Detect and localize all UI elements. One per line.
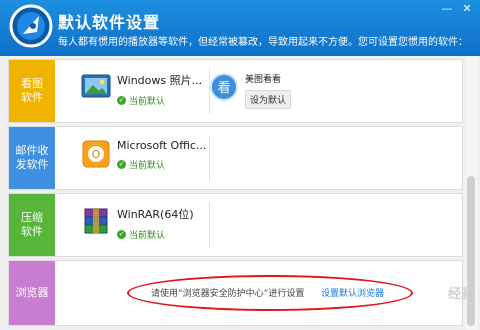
default-status: ✓ 当前默认 [117,230,166,241]
app-item-outlook[interactable]: O Microsoft Offic... ✓ 当前默认 [81,139,206,171]
divider [209,135,210,181]
header-bar: 默认软件设置 每人都有惯用的播放器等软件，但经常被篡改，导致用起来不方便。您可设… [0,0,480,56]
category-label-compression: 压缩 软件 [9,194,55,256]
category-label-image-viewer: 看图 软件 [9,60,55,122]
photo-viewer-icon [81,74,111,98]
app-name: 美图看看 [245,75,282,85]
scrollbar-thumb[interactable] [467,176,475,326]
check-icon: ✓ [117,160,126,169]
annotation-circle [127,275,413,311]
meitu-viewer-icon: 看 [210,73,238,101]
set-default-button[interactable]: 设为默认 [245,90,292,109]
category-label-mail: 邮件收 发软件 [9,127,55,189]
category-label-browser: 浏览器 [9,261,55,325]
default-status: ✓ 当前默认 [117,96,166,107]
svg-text:看: 看 [217,80,230,96]
app-name: Microsoft Offic... [117,139,207,152]
winrar-icon [84,208,108,234]
minimize-icon[interactable]: — [438,2,456,16]
content-area: 看图 软件 Windows 照片... ✓ 当前默认 看 美图看看 设为默认 邮… [0,56,480,330]
default-status: ✓ 当前默认 [117,160,166,171]
check-icon: ✓ [117,230,126,239]
check-icon: ✓ [117,96,126,105]
app-name: Windows 照片... [117,74,203,87]
category-card-browser: 浏览器 请使用“浏览器安全防护中心”进行设置 设置默认浏览器 [8,260,463,326]
dialog-subtitle: 每人都有惯用的播放器等软件，但经常被篡改，导致用起来不方便。您可设置您惯用的软件… [58,37,468,48]
app-name: WinRAR(64位) [117,208,194,221]
app-logo-icon [9,4,53,48]
app-item-windows-photo[interactable]: Windows 照片... ✓ 当前默认 [81,72,202,107]
outlook-icon: O [82,140,110,168]
app-item-winrar[interactable]: WinRAR(64位) ✓ 当前默认 [81,206,194,241]
divider [209,202,210,248]
watermark: 经验 [447,287,474,302]
app-item-meitu[interactable]: 看 美图看看 设为默认 [209,72,292,109]
dialog-title: 默认软件设置 [58,13,161,32]
category-card-image-viewer: 看图 软件 Windows 照片... ✓ 当前默认 看 美图看看 设为默认 [8,59,463,123]
category-card-mail: 邮件收 发软件 O Microsoft Offic... ✓ 当前默认 [8,126,463,190]
svg-text:O: O [92,148,101,161]
category-card-compression: 压缩 软件 WinRAR(64位) ✓ 当前默认 [8,193,463,257]
window-controls: — ✕ [438,2,476,16]
close-icon[interactable]: ✕ [458,2,476,16]
